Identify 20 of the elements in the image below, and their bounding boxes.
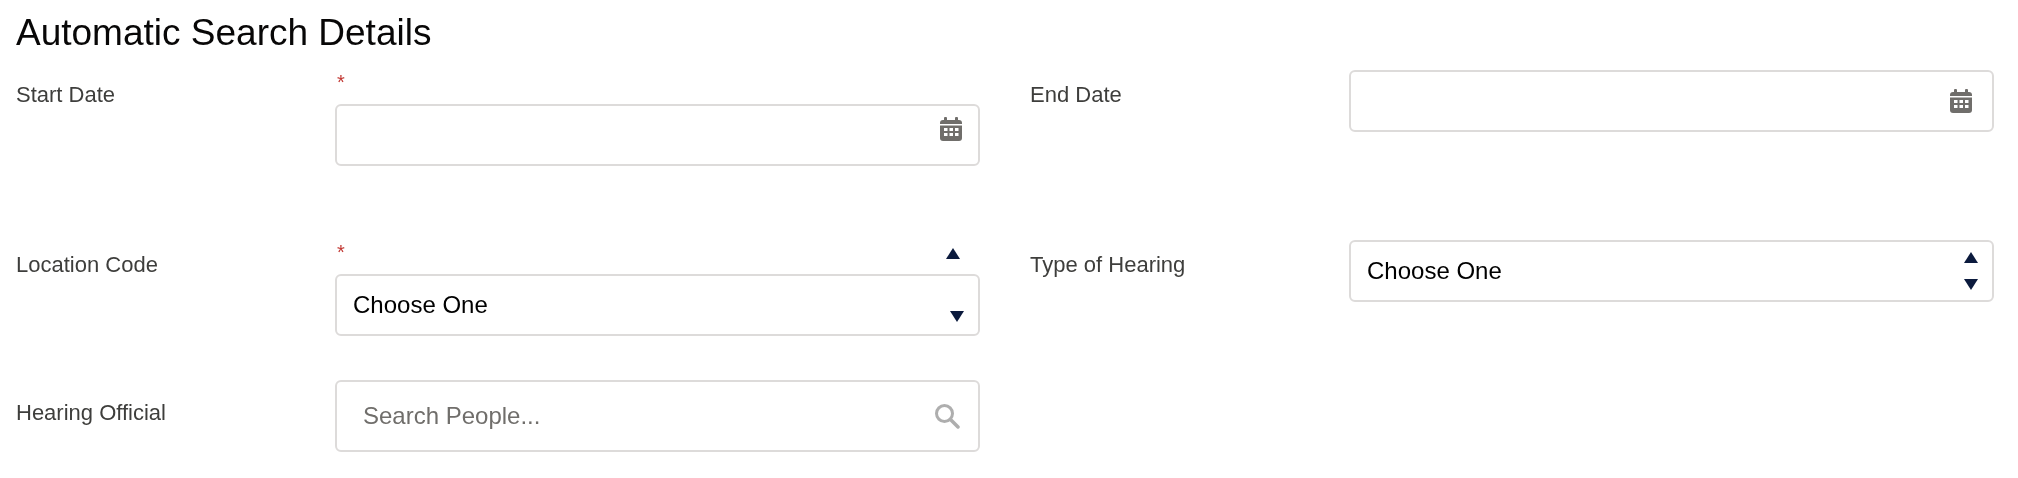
field-label: Type of Hearing — [1030, 251, 1187, 279]
required-asterisk: * — [336, 70, 345, 92]
select-field[interactable]: Choose One — [1349, 240, 1994, 302]
search-field[interactable]: Search People... — [335, 380, 980, 452]
select-field[interactable]: Choose One — [335, 274, 980, 336]
up-arrow-icon — [946, 248, 960, 259]
calendar-icon — [938, 116, 964, 142]
required-asterisk: * — [336, 240, 345, 262]
field-label: Start Date — [16, 81, 117, 109]
section-title: Automatic Search Details — [16, 11, 433, 55]
date-field[interactable] — [1349, 70, 1994, 132]
field-label: Hearing Official — [16, 399, 167, 427]
down-arrow-icon — [950, 311, 964, 322]
search-icon — [934, 403, 960, 429]
date-field[interactable] — [335, 104, 980, 166]
calendar-icon — [1948, 88, 1974, 114]
down-arrow-icon — [1964, 279, 1978, 290]
up-arrow-icon — [1964, 252, 1978, 263]
field-label: Location Code — [16, 251, 159, 279]
field-label: End Date — [1030, 81, 1123, 109]
